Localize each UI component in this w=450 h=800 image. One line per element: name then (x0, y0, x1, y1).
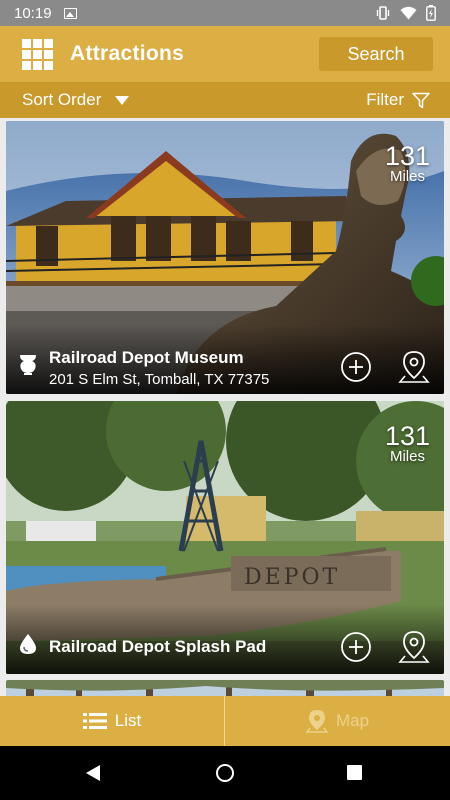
back-icon[interactable] (86, 765, 100, 781)
map-pin-icon (305, 710, 328, 733)
attractions-screen: 10:19 Attractions Search Sort Order Filt… (0, 0, 450, 800)
distance-badge: 131 Miles (385, 143, 430, 185)
map-pin-icon[interactable] (398, 630, 430, 664)
caret-down-icon (115, 95, 130, 105)
attraction-name: Railroad Depot Splash Pad (49, 637, 267, 656)
photo-icon (63, 7, 77, 19)
page-title: Attractions (70, 42, 185, 65)
sort-order-label: Sort Order (22, 90, 102, 109)
attraction-card[interactable]: DEPOT 131 Miles Railroad Depot Splash Pa… (6, 401, 444, 674)
tab-map-label: Map (335, 711, 370, 730)
vibrate-icon (376, 6, 390, 20)
list-icon (82, 713, 107, 729)
add-to-itinerary-button[interactable] (340, 351, 372, 383)
tab-list-label: List (114, 711, 142, 730)
system-nav-bar (0, 746, 450, 800)
sort-order-dropdown[interactable]: Sort Order (22, 90, 130, 110)
distance-value: 131 (384, 421, 430, 451)
tab-list[interactable]: List (0, 696, 225, 746)
filter-button[interactable]: Filter (366, 90, 430, 110)
distance-unit: Miles (389, 448, 425, 465)
wifi-icon (400, 6, 417, 20)
battery-icon (426, 5, 436, 21)
card-footer: Railroad Depot Museum 201 S Elm St, Tomb… (6, 334, 444, 394)
museum-vase-icon (20, 355, 36, 375)
add-to-itinerary-button[interactable] (340, 631, 372, 663)
funnel-icon (412, 92, 430, 108)
distance-value: 131 (384, 141, 430, 171)
map-pin-icon[interactable] (398, 350, 430, 384)
distance-badge: 131 Miles (385, 423, 430, 465)
attraction-address: 201 S Elm St, Tomball, TX 77375 (49, 371, 270, 388)
water-drop-icon (20, 634, 36, 654)
attraction-name: Railroad Depot Museum (49, 348, 244, 367)
filter-label: Filter (366, 90, 404, 109)
status-time: 10:19 (14, 4, 52, 22)
distance-unit: Miles (389, 168, 425, 185)
grid-menu-icon[interactable] (22, 38, 53, 70)
app-bar: Attractions Search (0, 26, 450, 82)
bottom-tab-bar: List Map (0, 696, 450, 746)
filter-bar: Sort Order Filter (0, 82, 450, 118)
depot-sign-text: DEPOT (244, 565, 340, 590)
status-bar: 10:19 (0, 0, 450, 26)
card-footer: Railroad Depot Splash Pad (6, 614, 444, 674)
home-icon[interactable] (216, 764, 234, 782)
recent-apps-icon[interactable] (347, 765, 362, 780)
tab-map[interactable]: Map (225, 696, 450, 746)
attraction-card[interactable]: 131 Miles Railroad Depot Museum 201 S El… (6, 121, 444, 394)
status-icons (375, 5, 436, 21)
search-button[interactable]: Search (319, 37, 433, 71)
